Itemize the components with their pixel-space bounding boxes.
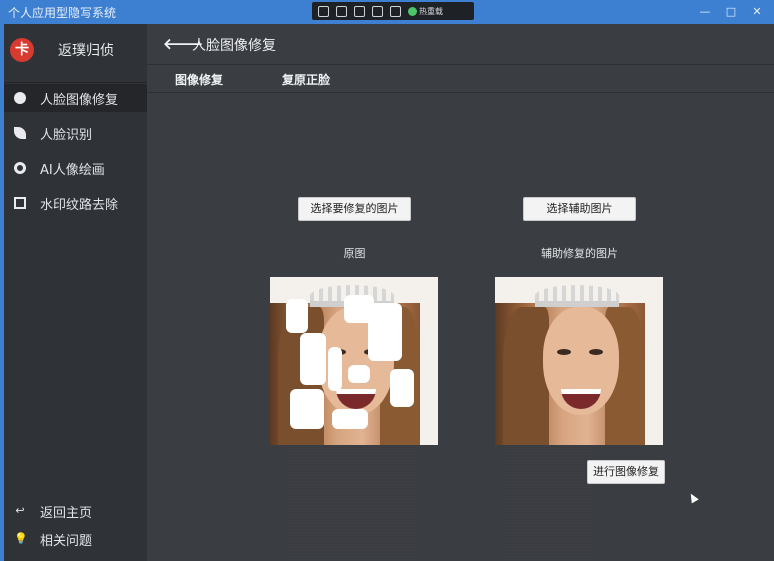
- record-icon[interactable]: [318, 5, 329, 17]
- monitor-icon[interactable]: [372, 5, 383, 17]
- check-icon: [408, 6, 417, 16]
- main-panel: 🡐 人脸图像修复 图像修复 复原正脸 选择要修复的图片 选择辅助图片 原图 辅助…: [147, 24, 774, 561]
- sidebar-item-home[interactable]: ↩ 返回主页: [4, 497, 147, 525]
- logo-icon: 卡: [10, 38, 34, 62]
- damage-mask: [390, 369, 414, 407]
- damage-mask: [328, 347, 342, 391]
- select-repair-image-button[interactable]: 选择要修复的图片: [298, 197, 411, 221]
- sidebar-item-watermark-removal[interactable]: 水印纹路去除: [4, 189, 147, 217]
- damage-mask: [300, 333, 326, 385]
- sidebar-item-ai-portrait[interactable]: AI人像绘画: [4, 154, 147, 182]
- sidebar: 卡 返璞归侦 人脸图像修复 人脸识别 AI人像绘画 水印纹路去除 ↩ 返回主页 …: [0, 24, 147, 561]
- aux-image: [495, 277, 663, 445]
- hot-reload-label: 热重载: [419, 6, 443, 16]
- tabs-divider: [147, 92, 774, 93]
- sidebar-item-label: 相关问题: [40, 533, 93, 549]
- brand: 卡 返璞归侦: [10, 38, 114, 62]
- close-button[interactable]: ✕: [748, 3, 766, 21]
- run-repair-button[interactable]: 进行图像修复: [587, 460, 665, 484]
- pointer-icon[interactable]: [336, 5, 347, 17]
- select-aux-image-button[interactable]: 选择辅助图片: [523, 197, 636, 221]
- minimize-button[interactable]: —: [696, 3, 714, 21]
- ring-icon: [14, 162, 26, 174]
- sidebar-item-label: AI人像绘画: [40, 162, 105, 178]
- dot-icon: [14, 92, 26, 104]
- sidebar-item-face-repair[interactable]: 人脸图像修复: [4, 84, 147, 112]
- settings-icon[interactable]: [390, 5, 401, 17]
- maximize-button[interactable]: □: [722, 3, 740, 21]
- sidebar-item-label: 人脸识别: [40, 127, 93, 143]
- sidebar-item-label: 人脸图像修复: [40, 92, 119, 108]
- lightbulb-icon: 💡: [14, 532, 28, 545]
- damage-mask: [368, 303, 402, 361]
- sidebar-item-face-recognition[interactable]: 人脸识别: [4, 119, 147, 147]
- sidebar-item-label: 返回主页: [40, 505, 93, 521]
- damage-mask: [332, 409, 368, 429]
- brand-name: 返璞归侦: [58, 43, 114, 59]
- sidebar-divider: [4, 82, 147, 83]
- image-icon: [14, 197, 26, 209]
- frame-icon[interactable]: [354, 5, 365, 17]
- sidebar-item-label: 水印纹路去除: [40, 197, 119, 213]
- title-bar: 个人应用型隐写系统 热重载 — □ ✕: [0, 0, 774, 24]
- app-window: 个人应用型隐写系统 热重载 — □ ✕ 卡 返璞归侦 人脸图像修复 人脸识别 A…: [0, 0, 774, 561]
- damage-mask: [286, 299, 308, 333]
- hot-reload-status[interactable]: 热重载: [408, 6, 443, 17]
- leaf-icon: [14, 127, 26, 139]
- back-reply-icon: ↩: [15, 504, 25, 517]
- aux-image-label: 辅助修复的图片: [541, 247, 618, 260]
- recorder-toolbar: 热重载: [312, 2, 474, 20]
- header-divider: [147, 64, 774, 65]
- damage-mask: [348, 365, 370, 383]
- sidebar-item-faq[interactable]: 💡 相关问题: [4, 525, 147, 553]
- window-title: 个人应用型隐写系统: [8, 6, 117, 20]
- tab-image-repair[interactable]: 图像修复: [175, 71, 223, 88]
- damage-mask: [290, 389, 324, 429]
- tab-restore-frontal-face[interactable]: 复原正脸: [282, 71, 330, 88]
- original-image-label: 原图: [343, 247, 366, 260]
- page-title: 人脸图像修复: [192, 38, 276, 54]
- original-image: [270, 277, 438, 445]
